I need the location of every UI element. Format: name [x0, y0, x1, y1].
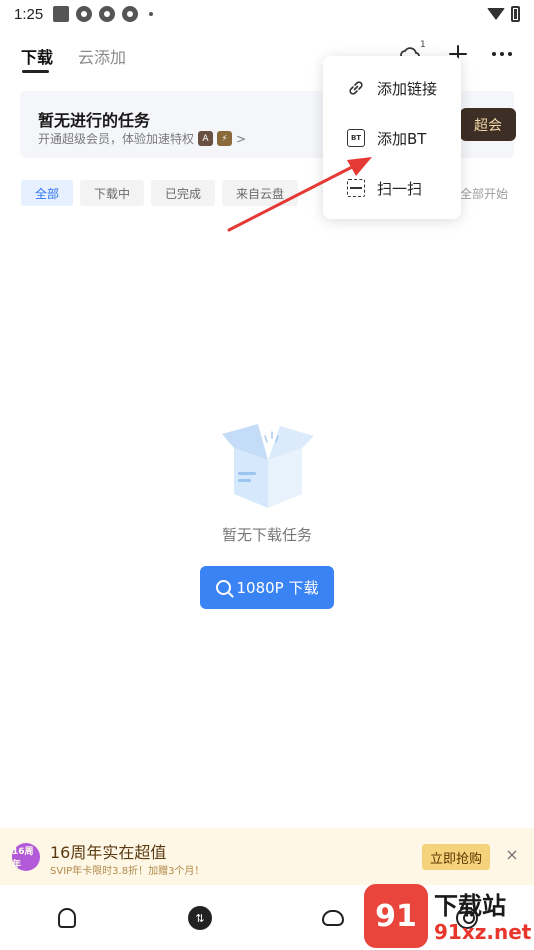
empty-state-text: 暂无下载任务: [221, 526, 312, 544]
promo-subtitle-row: 开通超级会员，体验加速特权 A ⚡ >: [38, 130, 246, 147]
status-time: 1:25: [14, 5, 44, 23]
nav-home[interactable]: [54, 905, 80, 931]
pinwheel-icon: [99, 6, 116, 22]
more-icon[interactable]: [488, 40, 516, 68]
chevron-right-icon: >: [236, 131, 247, 146]
transfer-icon: ⇅: [188, 906, 212, 930]
bt-icon: BT: [347, 129, 365, 147]
nav-transfer[interactable]: ⇅: [187, 905, 213, 931]
cloud-badge-count: 1: [420, 40, 426, 50]
filter-downloading[interactable]: 下载中: [80, 180, 145, 206]
download-1080p-label: 1080P 下载: [236, 579, 319, 597]
promo-subtitle: 开通超级会员，体验加速特权: [38, 132, 195, 146]
filter-from-cloud[interactable]: 来自云盘: [222, 180, 299, 206]
pinwheel-icon: [122, 6, 139, 22]
nav-cloud[interactable]: [320, 905, 346, 931]
status-system-icons: [487, 6, 520, 22]
scan-icon: [347, 179, 365, 197]
menu-item-add-link[interactable]: 添加链接: [323, 68, 461, 108]
menu-item-scan[interactable]: 扫一扫: [323, 168, 461, 208]
filter-all[interactable]: 全部: [21, 180, 74, 206]
add-task-popup-menu: 添加链接 BT 添加BT 扫一扫: [323, 56, 461, 219]
cloud-icon: [322, 910, 344, 926]
speed-badge-icon: A: [198, 131, 214, 146]
close-icon[interactable]: ×: [502, 844, 522, 864]
empty-box-icon: [218, 420, 316, 510]
wifi-icon: [487, 8, 505, 20]
battery-icon: [511, 6, 520, 22]
filter-completed[interactable]: 已完成: [151, 180, 216, 206]
banner-subtitle: SVIP年卡限时3.8折！加赠3个月！: [50, 866, 205, 877]
watermark-text: 下载站: [434, 892, 506, 920]
buy-now-button[interactable]: 立即抢购: [422, 844, 490, 870]
anniversary-badge-icon: 16周年: [12, 843, 40, 871]
banner-title: 16周年实在超值: [50, 843, 167, 862]
more-notifications-dot-icon: [149, 12, 154, 16]
status-bar: 1:25: [0, 0, 534, 28]
tab-download[interactable]: 下载: [21, 44, 53, 68]
svip-promo-banner[interactable]: 16周年 16周年实在超值 SVIP年卡限时3.8折！加赠3个月！ 立即抢购 ×: [0, 828, 534, 885]
home-icon: [58, 908, 76, 928]
start-all-button[interactable]: 全部开始: [460, 185, 508, 202]
promo-title: 暂无进行的任务: [38, 111, 151, 130]
link-icon: [347, 79, 365, 97]
pinwheel-icon: [76, 6, 93, 22]
tab-cloud-add[interactable]: 云添加: [78, 44, 126, 68]
site-watermark: 91 下载站 91xz.net: [364, 884, 534, 948]
search-icon: [215, 580, 231, 595]
menu-item-add-bt-label: 添加BT: [377, 129, 427, 148]
menu-item-scan-label: 扫一扫: [377, 179, 423, 198]
app-notification-icon: [53, 6, 70, 22]
watermark-logo: 91: [364, 884, 428, 948]
active-tab-indicator: [22, 70, 49, 73]
download-filter-chips: 全部 下载中 已完成 来自云盘: [21, 180, 299, 206]
menu-item-add-link-label: 添加链接: [377, 79, 438, 98]
watermark-url: 91xz.net: [434, 920, 532, 944]
status-notification-icons: [53, 6, 154, 22]
open-vip-button[interactable]: 超会: [460, 108, 516, 141]
menu-item-add-bt[interactable]: BT 添加BT: [323, 118, 461, 158]
lightning-badge-icon: ⚡: [217, 131, 233, 146]
download-1080p-button[interactable]: 1080P 下载: [200, 566, 334, 609]
